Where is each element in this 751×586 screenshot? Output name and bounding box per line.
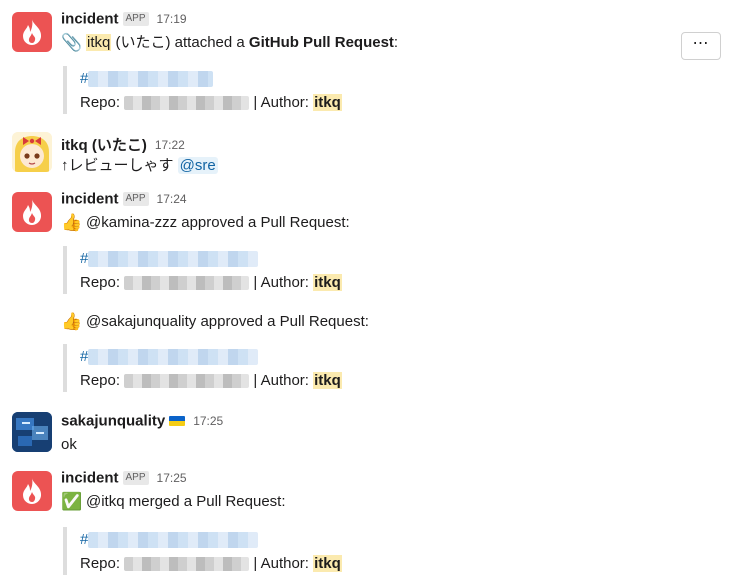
redacted-pr-title bbox=[88, 532, 259, 549]
message-text-body: @kamina-zzz approved a Pull Request: bbox=[86, 214, 350, 231]
message-text-body-2: @sakajunquality approved a Pull Request: bbox=[86, 313, 369, 330]
pr-link[interactable]: # bbox=[80, 530, 259, 550]
redacted-pr-title bbox=[88, 349, 259, 366]
pr-hash: # bbox=[80, 250, 89, 267]
pr-author[interactable]: itkq bbox=[313, 274, 342, 291]
anime-character-avatar-icon bbox=[12, 132, 52, 172]
author-name[interactable]: incident bbox=[61, 10, 119, 27]
pr-author[interactable]: itkq bbox=[313, 555, 342, 572]
group-mention[interactable]: @sre bbox=[177, 157, 218, 174]
pr-link[interactable]: # bbox=[80, 249, 259, 269]
app-badge: APP bbox=[122, 470, 149, 485]
pr-hash: # bbox=[80, 348, 89, 365]
repo-label: Repo: bbox=[80, 555, 125, 572]
check-mark-icon: ✅ bbox=[61, 492, 83, 512]
thumbs-up-icon: 👍 bbox=[61, 312, 83, 332]
pr-author[interactable]: itkq bbox=[313, 94, 342, 111]
sakajunquality-avatar[interactable] bbox=[12, 412, 52, 452]
author-label: | Author: bbox=[249, 555, 314, 572]
app-badge: APP bbox=[122, 11, 149, 26]
pr-attachment-2: # Repo: | Author: itkq bbox=[63, 344, 447, 392]
pr-meta: Repo: | Author: itkq bbox=[80, 371, 342, 391]
message-text: 👍 @kamina-zzz approved a Pull Request: bbox=[61, 213, 350, 233]
itkq-avatar[interactable] bbox=[12, 132, 52, 172]
repo-label: Repo: bbox=[80, 274, 125, 291]
pr-meta: Repo: | Author: itkq bbox=[80, 273, 342, 293]
message-header: sakajunquality 17:25 bbox=[61, 412, 223, 432]
paperclip-icon: 📎 bbox=[61, 33, 83, 53]
user-photo-icon bbox=[12, 412, 52, 452]
author-name[interactable]: incident bbox=[61, 469, 119, 486]
redacted-repo bbox=[124, 557, 250, 572]
message-text-body: ↑レビューしゃす bbox=[61, 157, 178, 174]
incident-avatar[interactable] bbox=[12, 192, 52, 232]
pr-link[interactable]: # bbox=[80, 347, 259, 367]
author-label: | Author: bbox=[249, 274, 314, 291]
thumbs-up-icon: 👍 bbox=[61, 213, 83, 233]
author-label: | Author: bbox=[249, 94, 314, 111]
message-text-bold: GitHub Pull Request bbox=[248, 34, 394, 51]
more-actions-button[interactable]: ⋯ bbox=[681, 32, 721, 60]
author-name[interactable]: sakajunquality bbox=[61, 412, 165, 429]
timestamp[interactable]: 17:24 bbox=[157, 192, 187, 206]
timestamp[interactable]: 17:22 bbox=[155, 138, 185, 152]
timestamp[interactable]: 17:25 bbox=[157, 471, 187, 485]
app-badge: APP bbox=[122, 191, 149, 206]
timestamp[interactable]: 17:25 bbox=[193, 414, 223, 428]
redacted-repo bbox=[124, 276, 250, 291]
message-text-2: 👍 @sakajunquality approved a Pull Request… bbox=[61, 312, 369, 332]
pr-hash: # bbox=[80, 531, 89, 548]
pr-link[interactable]: # bbox=[80, 69, 214, 89]
author-label: | Author: bbox=[249, 372, 314, 389]
message-text: 📎 itkq (いたこ) attached a GitHub Pull Reque… bbox=[61, 33, 398, 53]
message-header: incident APP 17:19 bbox=[61, 10, 187, 30]
pr-attachment: # Repo: | Author: itkq bbox=[63, 66, 447, 114]
pr-meta: Repo: | Author: itkq bbox=[80, 554, 342, 574]
message-text-end: : bbox=[393, 34, 399, 51]
repo-label: Repo: bbox=[80, 372, 125, 389]
redacted-repo bbox=[124, 96, 250, 111]
message-header: incident APP 17:24 bbox=[61, 190, 187, 210]
pr-attachment: # Repo: | Author: itkq bbox=[63, 246, 447, 294]
pr-author[interactable]: itkq bbox=[313, 372, 342, 389]
pr-attachment: # Repo: | Author: itkq bbox=[63, 527, 447, 575]
ukraine-flag-icon bbox=[169, 415, 186, 426]
flame-icon bbox=[23, 199, 42, 225]
timestamp[interactable]: 17:19 bbox=[157, 12, 187, 26]
user-highlight[interactable]: itkq bbox=[86, 34, 112, 51]
redacted-pr-title bbox=[88, 71, 214, 88]
message-header: itkq (いたこ) 17:22 bbox=[61, 134, 185, 154]
message-text: ✅ @itkq merged a Pull Request: bbox=[61, 492, 286, 512]
author-name[interactable]: itkq (いたこ) bbox=[61, 137, 147, 154]
message-header: incident APP 17:25 bbox=[61, 469, 187, 489]
message-text: ok bbox=[61, 435, 77, 455]
pr-meta: Repo: | Author: itkq bbox=[80, 93, 342, 113]
message-text-mid: (いたこ) attached a bbox=[111, 34, 249, 51]
message-text-body: @itkq merged a Pull Request: bbox=[86, 493, 286, 510]
pr-hash: # bbox=[80, 70, 89, 87]
flame-icon bbox=[23, 478, 42, 504]
author-name[interactable]: incident bbox=[61, 190, 119, 207]
incident-avatar[interactable] bbox=[12, 471, 52, 511]
flame-icon bbox=[23, 19, 42, 45]
repo-label: Repo: bbox=[80, 94, 125, 111]
incident-avatar[interactable] bbox=[12, 12, 52, 52]
message-text-body: ok bbox=[61, 436, 77, 453]
redacted-repo bbox=[124, 374, 250, 389]
message-text: ↑レビューしゃす @sre bbox=[61, 156, 218, 176]
redacted-pr-title bbox=[88, 251, 259, 268]
